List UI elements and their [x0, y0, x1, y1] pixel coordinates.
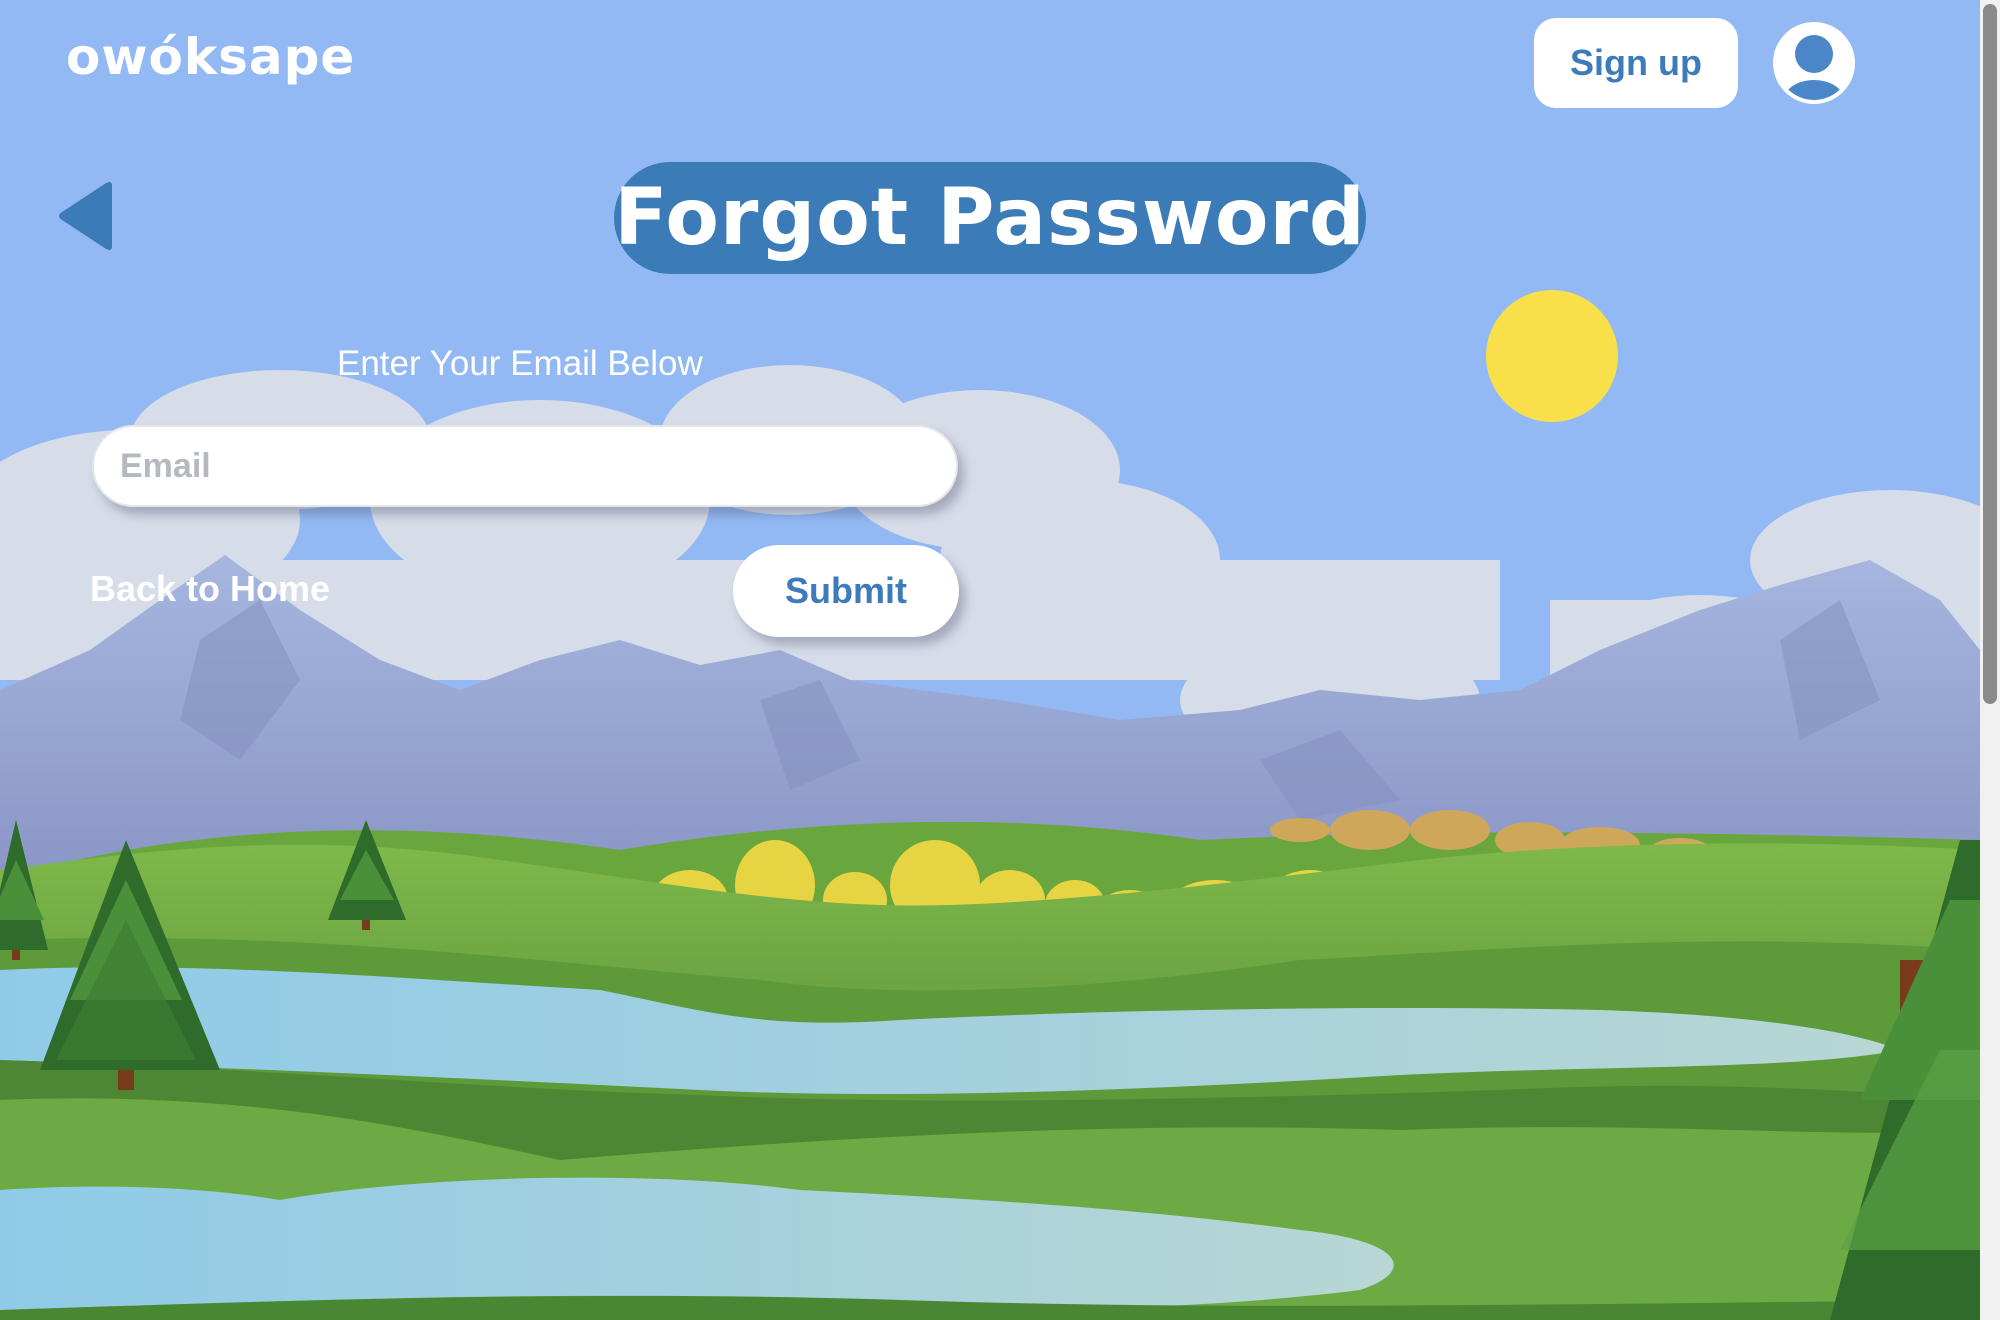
back-to-home-link[interactable]: Back to Home [90, 568, 330, 610]
instruction-text: Enter Your Email Below [337, 344, 703, 383]
brand-logo[interactable]: owóksape [66, 28, 355, 86]
back-arrow-icon[interactable] [56, 180, 120, 252]
email-input[interactable] [92, 425, 958, 507]
sun [1486, 290, 1618, 422]
scrollbar-thumb[interactable] [1983, 4, 1997, 704]
signup-button[interactable]: Sign up [1534, 18, 1738, 108]
submit-button[interactable]: Submit [733, 545, 959, 637]
page-title: Forgot Password [614, 173, 1366, 263]
user-icon [1777, 26, 1851, 100]
user-avatar-button[interactable] [1773, 22, 1855, 104]
page-title-banner: Forgot Password [614, 162, 1366, 274]
